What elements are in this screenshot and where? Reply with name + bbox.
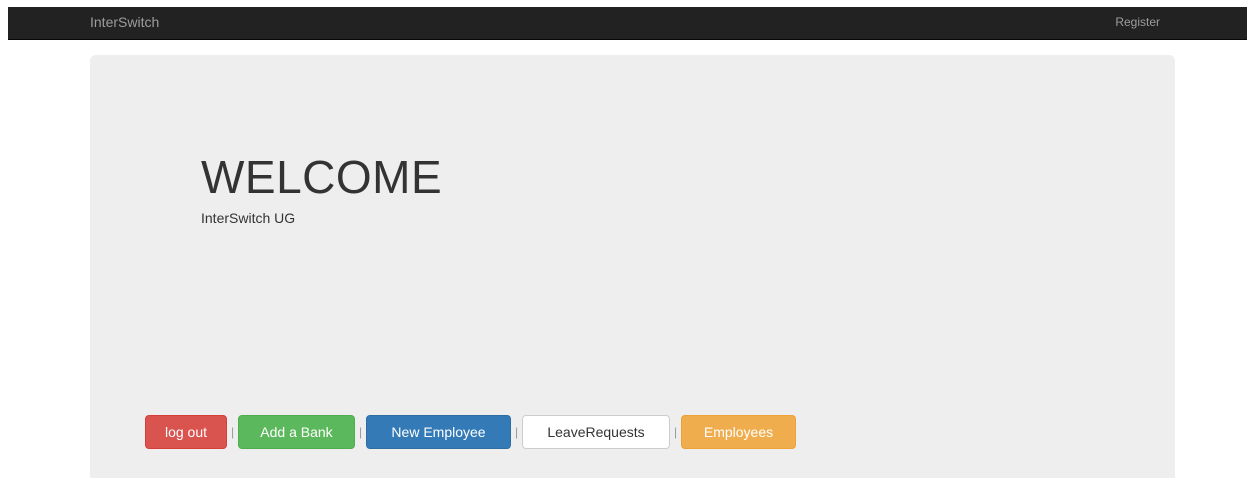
- separator: |: [230, 425, 235, 439]
- brand-link[interactable]: InterSwitch: [90, 7, 159, 38]
- add-bank-button[interactable]: Add a Bank: [238, 415, 355, 449]
- company-subtitle: InterSwitch UG: [201, 210, 296, 226]
- action-button-row: log out | Add a Bank | New Employee | Le…: [145, 415, 796, 449]
- separator: |: [358, 425, 363, 439]
- top-navbar: InterSwitch Register: [8, 7, 1247, 40]
- logout-button[interactable]: log out: [145, 415, 227, 449]
- separator: |: [673, 425, 678, 439]
- welcome-panel: WELCOME InterSwitch UG log out | Add a B…: [90, 55, 1175, 478]
- page-title: WELCOME: [201, 151, 443, 203]
- new-employee-button[interactable]: New Employee: [366, 415, 511, 449]
- separator: |: [514, 425, 519, 439]
- employees-button[interactable]: Employees: [681, 415, 796, 449]
- leave-requests-button[interactable]: LeaveRequests: [522, 415, 670, 449]
- register-link[interactable]: Register: [1115, 7, 1160, 38]
